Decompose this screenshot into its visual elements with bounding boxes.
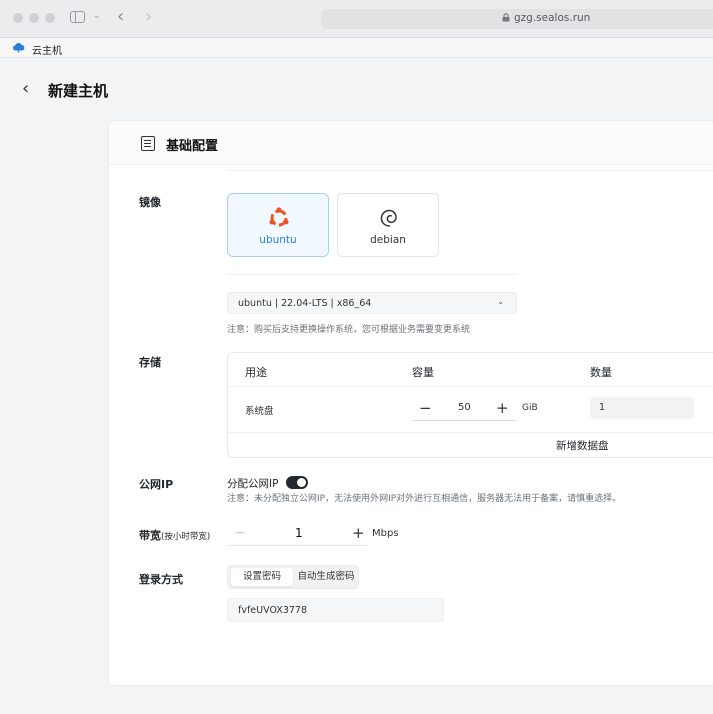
url-text[interactable]: gzg.sealos.run [514,12,590,24]
divider [227,274,517,275]
close-window-button[interactable] [13,13,23,23]
capacity-value[interactable]: 50 [458,402,471,413]
login-method-segmented: 设置密码 自动生成密码 [227,565,359,589]
column-header-usage: 用途 [245,366,267,379]
section-title: 基础配置 [166,139,219,154]
quantity-input[interactable]: 1 [590,397,694,419]
bandwidth-stepper [227,545,367,546]
back-arrow-icon[interactable]: ‹ [117,7,124,27]
divider [228,432,713,433]
document-icon [141,136,155,151]
bandwidth-value[interactable]: 1 [295,526,303,540]
capacity-stepper [413,420,517,421]
capacity-unit: GiB [522,403,538,413]
image-version-select[interactable]: ubuntu | 22.04-LTS | x86_64 ⌄ [227,292,517,314]
bandwidth-label: 带宽(按小时带宽) [139,529,211,542]
quantity-value: 1 [599,402,606,413]
image-option-ubuntu[interactable]: ubuntu [227,193,329,257]
chevron-down-icon: ⌄ [497,297,504,306]
lock-icon [502,13,510,22]
sidebar-toggle-icon[interactable] [70,11,85,23]
debian-icon [380,209,397,227]
storage-table: 用途 容量 数量 系统盘 − 50 + GiB 1 新增数据盘 [227,352,713,458]
bandwidth-decrease-button[interactable]: − [234,525,246,541]
forward-arrow-icon[interactable]: › [145,7,152,27]
image-note: 注意：购买后支持更换操作系统，您可根据业务需要变更系统 [227,325,471,335]
disk-usage: 系统盘 [245,406,274,417]
bandwidth-increase-button[interactable]: + [352,524,365,542]
column-header-quantity: 数量 [590,366,612,379]
image-option-debian[interactable]: debian [337,193,439,257]
capacity-increase-button[interactable]: + [496,400,509,416]
card-header: 基础配置 [109,121,713,165]
password-input[interactable]: fvfeUVOX3778 [227,598,444,622]
divider [227,170,713,171]
capacity-decrease-button[interactable]: − [419,400,432,416]
chevron-down-icon[interactable]: ⌄ [93,11,101,21]
image-option-name: ubuntu [259,234,297,246]
storage-label: 存储 [139,356,161,369]
back-icon[interactable]: ‹ [22,78,29,100]
maximize-window-button[interactable] [45,13,55,23]
add-data-disk-button[interactable]: 新增数据盘 [556,438,609,453]
bandwidth-unit: Mbps [372,528,399,539]
browser-toolbar: ⌄ ‹ › gzg.sealos.run [0,0,713,38]
image-option-name: debian [370,234,406,246]
login-method-label: 登录方式 [139,573,183,586]
minimize-window-button[interactable] [29,13,39,23]
cloud-icon [13,43,25,53]
divider [228,386,713,387]
image-label: 镜像 [139,196,161,209]
public-ip-label: 公网IP [139,478,174,491]
image-version-value: ubuntu | 22.04-LTS | x86_64 [238,298,372,309]
public-ip-toggle[interactable] [286,476,308,489]
page-title: 新建主机 [48,82,109,100]
public-ip-toggle-label: 分配公网IP [227,478,279,490]
bandwidth-label-hint: (按小时带宽) [161,532,211,542]
password-value: fvfeUVOX3778 [238,605,307,616]
tab-bar [0,38,713,58]
auto-generate-password-tab[interactable]: 自动生成密码 [294,568,358,586]
ubuntu-icon [269,207,289,227]
config-card: 基础配置 镜像 ubuntu debian ubuntu | 22.04-LTS… [108,120,713,686]
tab-title[interactable]: 云主机 [32,42,62,57]
public-ip-note: 注意：未分配独立公网IP，无法使用外网IP对外进行互相通信，服务器无法用于备案，… [227,494,622,504]
set-password-tab[interactable]: 设置密码 [231,568,293,586]
column-header-capacity: 容量 [412,366,434,379]
